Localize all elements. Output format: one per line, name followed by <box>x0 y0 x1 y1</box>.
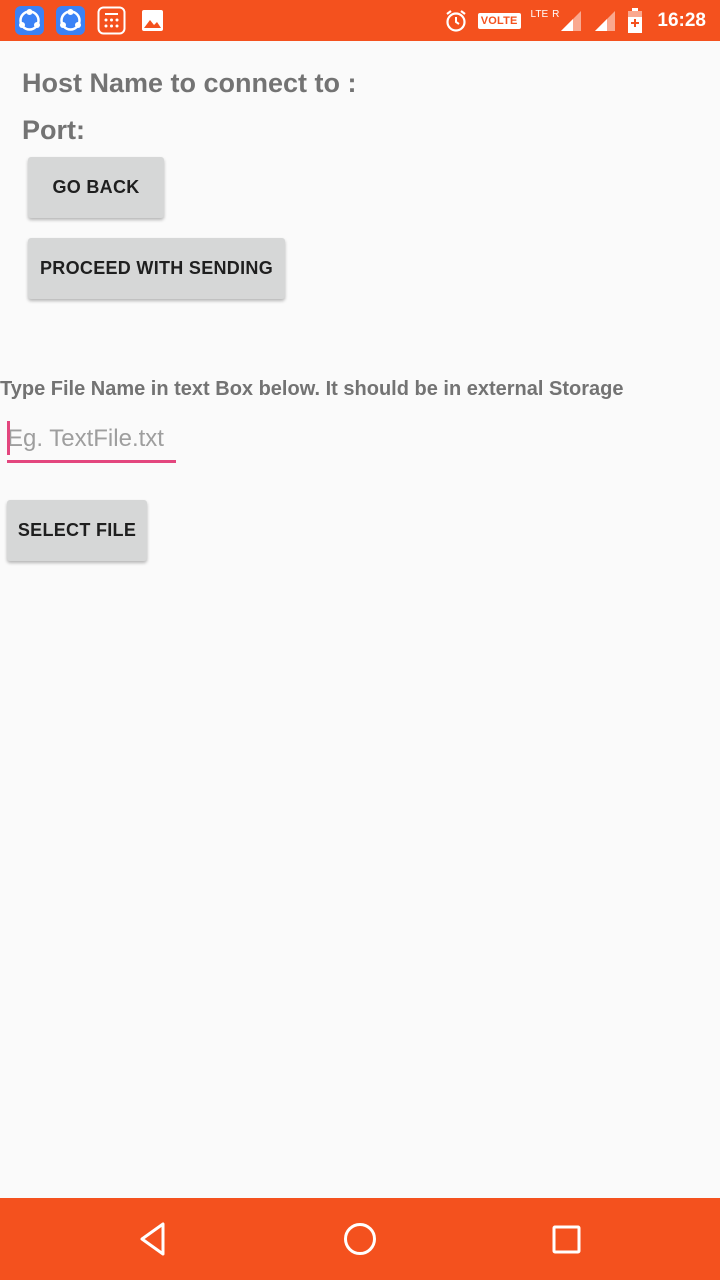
proceed-with-sending-button[interactable]: PROCEED WITH SENDING <box>28 238 285 299</box>
shareit-icon <box>56 6 85 35</box>
main-content: Host Name to connect to : Port: GO BACK … <box>0 41 720 1198</box>
lte-label: LTE <box>530 9 549 20</box>
recents-icon[interactable] <box>545 1218 587 1260</box>
home-icon[interactable] <box>339 1218 381 1260</box>
gallery-icon <box>142 10 163 31</box>
roaming-label: R <box>552 9 560 20</box>
signal-icon <box>561 10 582 31</box>
navigation-bar <box>0 1198 720 1280</box>
file-name-input[interactable] <box>7 418 176 460</box>
status-bar: VOLTE LTE R 16:28 <box>0 0 720 41</box>
input-underline <box>7 460 176 463</box>
file-name-field[interactable] <box>7 418 176 464</box>
battery-icon <box>628 7 643 33</box>
file-name-instruction: Type File Name in text Box below. It sho… <box>0 378 624 400</box>
calculator-icon <box>97 6 126 35</box>
port-label: Port: <box>22 115 85 145</box>
back-icon[interactable] <box>132 1218 174 1260</box>
signal-icon <box>595 10 616 31</box>
alarm-icon <box>446 9 466 32</box>
shareit-icon <box>15 6 44 35</box>
clock: 16:28 <box>657 9 706 31</box>
volte-badge: VOLTE <box>477 12 521 29</box>
host-name-label: Host Name to connect to : <box>22 68 357 98</box>
notification-icons <box>15 6 167 35</box>
text-cursor <box>7 421 10 455</box>
select-file-button[interactable]: SELECT FILE <box>7 500 147 561</box>
go-back-button[interactable]: GO BACK <box>28 157 164 218</box>
system-status-icons: VOLTE LTE R 16:28 <box>444 6 706 35</box>
